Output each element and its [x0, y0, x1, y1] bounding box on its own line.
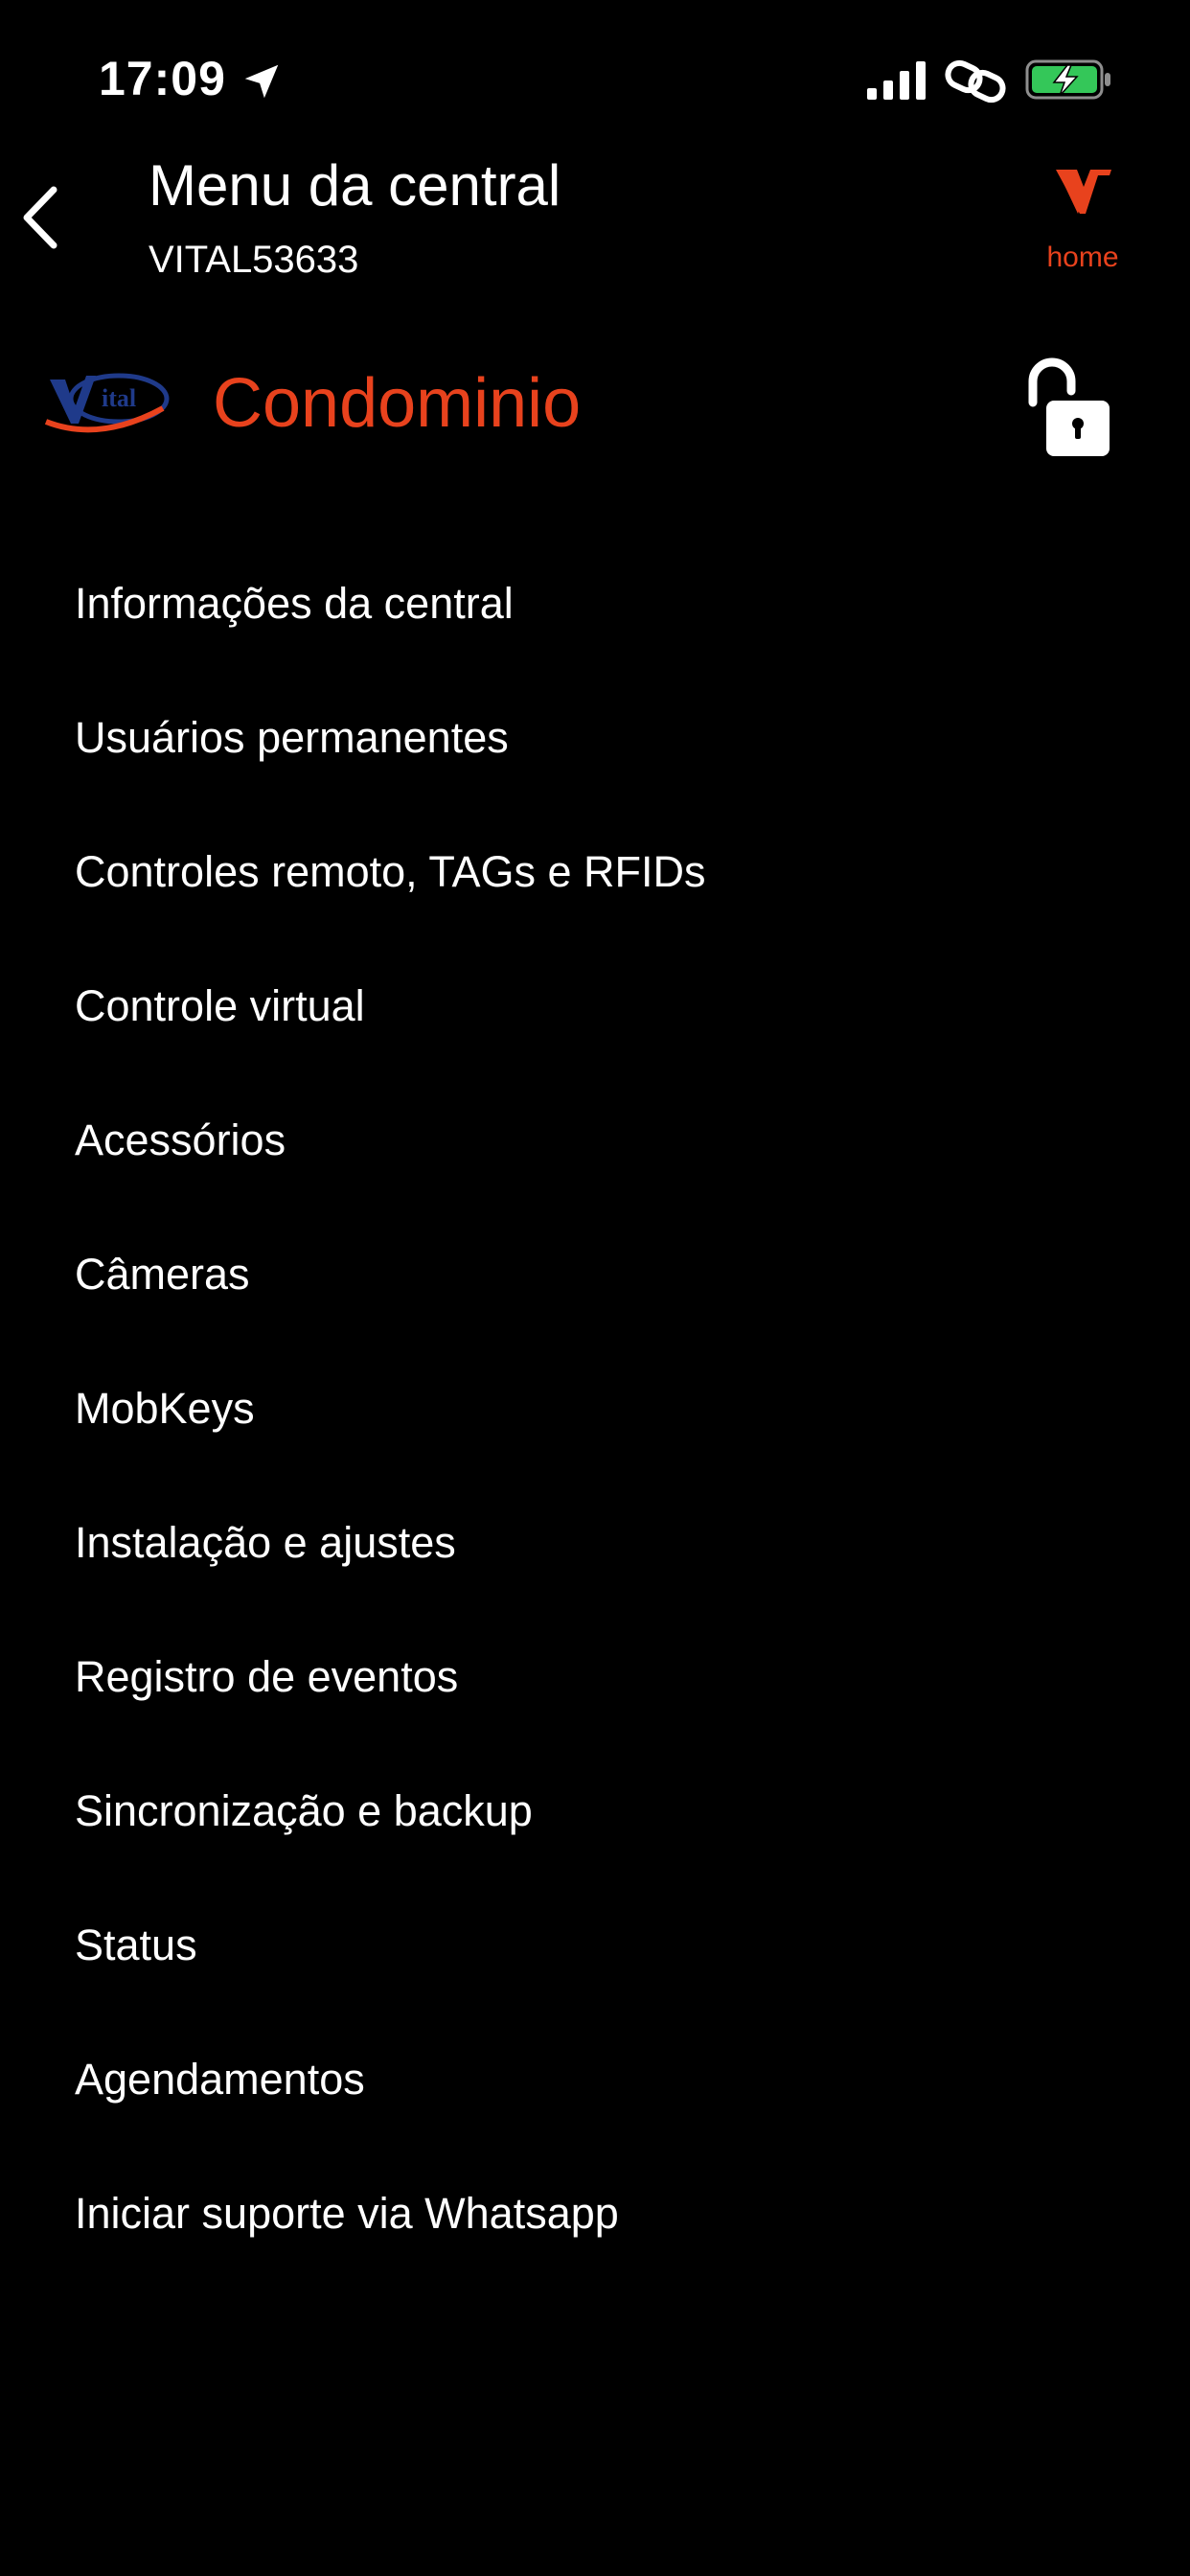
- status-time: 17:09: [99, 52, 226, 105]
- menu-item-label: Agendamentos: [75, 2055, 365, 2104]
- home-label: home: [1046, 242, 1119, 273]
- menu-item-label: Controles remoto, TAGs e RFIDs: [75, 847, 706, 896]
- link-icon: [945, 59, 1006, 104]
- menu-item-label: Status: [75, 1920, 197, 1969]
- menu-item-label: Acessórios: [75, 1116, 286, 1164]
- central-menu-list: Informações da central Usuários permanen…: [0, 537, 1190, 2281]
- home-button[interactable]: home: [1035, 161, 1131, 286]
- signal-bars-icon: [867, 61, 926, 100]
- chevron-left-icon: [23, 186, 57, 249]
- menu-item-label: MobKeys: [75, 1384, 255, 1433]
- menu-item-suporte-whatsapp[interactable]: Iniciar suporte via Whatsapp: [0, 2147, 1190, 2281]
- menu-item-controles-remoto[interactable]: Controles remoto, TAGs e RFIDs: [0, 805, 1190, 939]
- menu-item-label: Usuários permanentes: [75, 713, 509, 762]
- site-name: Condominio: [213, 365, 582, 442]
- menu-item-agendamentos[interactable]: Agendamentos: [0, 2012, 1190, 2147]
- menu-item-mobkeys[interactable]: MobKeys: [0, 1342, 1190, 1476]
- menu-item-label: Sincronização e backup: [75, 1786, 533, 1835]
- lock-toggle-button[interactable]: [1021, 353, 1113, 460]
- status-bar: 17:09: [0, 0, 1190, 153]
- page-title: Menu da central: [149, 153, 561, 218]
- menu-item-status[interactable]: Status: [0, 1878, 1190, 2012]
- menu-item-informacoes-central[interactable]: Informações da central: [0, 537, 1190, 671]
- vital-v-logo-icon: [1056, 170, 1111, 214]
- menu-item-label: Registro de eventos: [75, 1652, 459, 1701]
- menu-item-label: Controle virtual: [75, 981, 365, 1030]
- menu-item-acessorios[interactable]: Acessórios: [0, 1073, 1190, 1208]
- menu-item-label: Iniciar suporte via Whatsapp: [75, 2189, 619, 2238]
- back-button[interactable]: [10, 177, 71, 258]
- menu-item-cameras[interactable]: Câmeras: [0, 1208, 1190, 1342]
- unlocked-padlock-icon: [1028, 357, 1110, 456]
- menu-item-controle-virtual[interactable]: Controle virtual: [0, 939, 1190, 1073]
- menu-item-label: Câmeras: [75, 1250, 250, 1299]
- menu-item-label: Informações da central: [75, 579, 514, 628]
- menu-item-label: Instalação e ajustes: [75, 1518, 456, 1567]
- menu-item-instalacao-ajustes[interactable]: Instalação e ajustes: [0, 1476, 1190, 1610]
- battery-charging-icon: [1025, 59, 1110, 100]
- vital-brand-logo-icon: ital: [44, 373, 170, 433]
- device-id-subtitle: VITAL53633: [149, 239, 359, 281]
- menu-item-sincronizacao-backup[interactable]: Sincronização e backup: [0, 1744, 1190, 1878]
- menu-item-registro-eventos[interactable]: Registro de eventos: [0, 1610, 1190, 1744]
- menu-item-usuarios-permanentes[interactable]: Usuários permanentes: [0, 671, 1190, 805]
- svg-text:ital: ital: [102, 384, 136, 412]
- location-arrow-icon: [244, 64, 279, 99]
